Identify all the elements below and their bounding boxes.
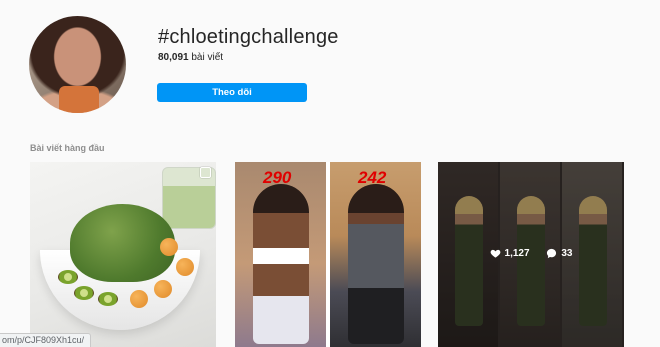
likes-stat: 1,127 <box>490 248 530 259</box>
browser-status-url: om/p/CJF809Xh1cu/ <box>0 333 92 347</box>
kiwi-slice-image <box>98 292 118 306</box>
matcha-shaved-ice-image <box>70 204 175 282</box>
hashtag-title: #chloetingchallenge <box>158 26 339 48</box>
multiple-photos-icon <box>200 167 211 178</box>
melon-ball-image <box>160 238 178 256</box>
post-count-number: 80,091 <box>158 52 189 63</box>
top-posts-label: Bài viết hàng đầu <box>30 143 105 153</box>
before-score: 290 <box>263 168 292 187</box>
before-photo <box>235 162 326 347</box>
post-stats: 1,127 33 <box>438 248 624 262</box>
after-photo <box>330 162 421 347</box>
comments-stat: 33 <box>546 248 572 259</box>
post-count-unit: bài viết <box>191 52 224 63</box>
heart-icon <box>490 249 500 258</box>
top-post-3[interactable]: 1,127 33 <box>438 162 624 347</box>
melon-ball-image <box>154 280 172 298</box>
melon-ball-image <box>176 258 194 276</box>
after-score: 242 <box>358 168 387 187</box>
person-silhouette <box>348 184 404 344</box>
hashtag-avatar <box>29 16 126 113</box>
kiwi-slice-image <box>58 270 78 284</box>
melon-ball-image <box>130 290 148 308</box>
post-count: 80,091 bài viết <box>158 52 223 63</box>
comment-icon <box>547 248 557 259</box>
comments-count: 33 <box>561 248 573 259</box>
top-post-1[interactable] <box>30 162 216 347</box>
top-post-2[interactable]: 290 242 <box>235 162 421 347</box>
follow-button[interactable]: Theo dõi <box>157 83 307 102</box>
kiwi-slice-image <box>74 286 94 300</box>
likes-count: 1,127 <box>504 248 530 259</box>
person-silhouette <box>253 184 309 344</box>
